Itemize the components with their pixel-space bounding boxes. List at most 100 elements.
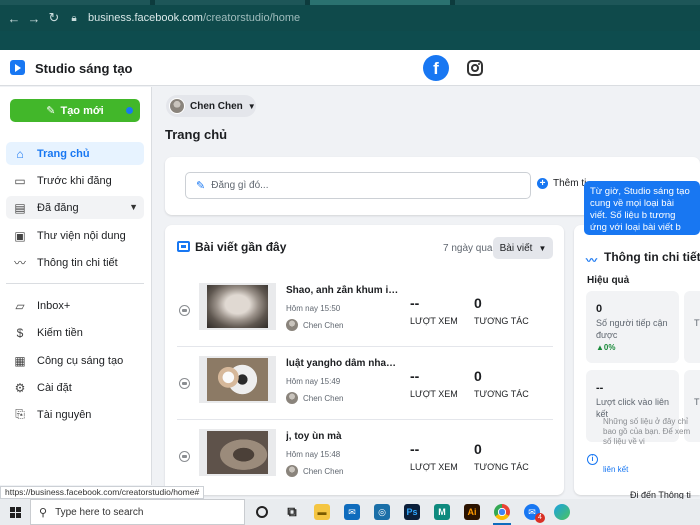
- app-m-icon[interactable]: M: [429, 499, 455, 525]
- stat-change: ▲0%: [596, 343, 616, 352]
- search-icon: ⚲: [39, 506, 48, 519]
- create-label: Tạo mới: [60, 104, 104, 117]
- home-icon: ⌂: [16, 146, 24, 161]
- tools-icon: ▦: [14, 353, 26, 368]
- url-path: /creatorstudio/home: [202, 12, 301, 24]
- post-author-name: Chen Chen: [303, 466, 344, 476]
- start-button[interactable]: [0, 499, 30, 525]
- document-icon: ▭: [14, 173, 26, 188]
- interactions-value: 0: [474, 441, 482, 457]
- illustrator-icon[interactable]: Ai: [459, 499, 485, 525]
- chrome-icon[interactable]: [489, 499, 515, 525]
- interactions-value: 0: [474, 368, 482, 384]
- post-type-filter[interactable]: Bài viết ▼: [493, 237, 553, 259]
- insights-note: Những số liệu ở đây chỉ bao gồ của bạn. …: [603, 417, 691, 446]
- chevron-down-icon: ▼: [247, 101, 256, 111]
- interactions-metric: 0 TƯƠNG TÁC: [474, 368, 534, 399]
- sidebar-divider: [6, 283, 144, 284]
- post-thumbnail[interactable]: [199, 429, 276, 476]
- sidebar-item-label: Đã đăng: [37, 201, 79, 214]
- notification-dot: [126, 107, 133, 114]
- interactions-value: 0: [474, 295, 482, 311]
- sidebar: ✎ Tạo mới ⌂ Trang chủ ▭ Trước khi đăng ▤…: [0, 87, 152, 485]
- sidebar-item-monetization[interactable]: $ Kiếm tiền: [6, 321, 144, 344]
- post-time: Hôm nay 15:48: [286, 450, 341, 459]
- add-story-label: Thêm ti: [553, 178, 587, 189]
- messenger-icon[interactable]: ✉ 4: [519, 499, 545, 525]
- views-metric: -- LƯỢT XEM: [410, 368, 470, 399]
- sidebar-item-label: Tài nguyên: [37, 408, 92, 421]
- stat-second[interactable]: Tì: [684, 291, 700, 363]
- lock-icon[interactable]: 🔒︎: [64, 13, 84, 24]
- post-author: Chen Chen: [286, 392, 343, 404]
- post-author-name: Chen Chen: [303, 393, 344, 403]
- mail-badge: 4: [535, 513, 545, 523]
- url-field[interactable]: business.facebook.com/creatorstudio/home: [88, 12, 300, 24]
- views-metric: -- LƯỢT XEM: [410, 295, 470, 326]
- add-story-button[interactable]: + Thêm ti: [537, 178, 586, 189]
- gear-icon: ⚙: [14, 380, 26, 395]
- table-row[interactable]: j, toy ùn mà Hôm nay 15:48 Chen Chen -- …: [165, 421, 564, 493]
- views-label: LƯỢT XEM: [410, 462, 458, 472]
- sidebar-item-inbox[interactable]: ▱ Inbox+: [6, 294, 144, 317]
- stat-reach[interactable]: 0 Số người tiếp cận được ▲0%: [586, 291, 679, 363]
- sidebar-item-resources[interactable]: ⎘ Tài nguyên: [6, 403, 144, 426]
- views-value: --: [410, 441, 420, 457]
- taskbar-search[interactable]: ⚲ Type here to search: [30, 499, 245, 525]
- post-title[interactable]: j, toy ùn mà: [286, 431, 400, 442]
- photoshop-icon[interactable]: Ps: [399, 499, 425, 525]
- sidebar-item-label: Công cụ sáng tạo: [37, 354, 124, 367]
- chevron-down-icon: ▼: [538, 243, 547, 253]
- insights-note-link[interactable]: liên kết: [603, 465, 628, 474]
- views-label: LƯỢT XEM: [410, 316, 458, 326]
- post-thumbnail[interactable]: [199, 283, 276, 330]
- table-row[interactable]: luật yangho dâm nhau bản... Hôm nay 15:4…: [165, 348, 564, 420]
- chevron-down-icon: ▼: [129, 202, 138, 212]
- sidebar-item-home[interactable]: ⌂ Trang chủ: [6, 142, 144, 165]
- sidebar-item-label: Trước khi đăng: [37, 174, 112, 187]
- edge-icon[interactable]: [549, 499, 575, 525]
- views-value: --: [410, 368, 420, 384]
- post-time: Hôm nay 15:49: [286, 377, 341, 386]
- task-view-icon[interactable]: ⧉: [279, 499, 305, 525]
- file-explorer-icon[interactable]: ▬: [309, 499, 335, 525]
- published-icon: ▤: [14, 200, 26, 215]
- sidebar-item-published[interactable]: ▤ Đã đăng ▼: [6, 196, 144, 219]
- insights-icon: 〰: [13, 256, 26, 270]
- posts-icon: [177, 241, 190, 252]
- row-divider: [177, 346, 553, 347]
- cortana-icon[interactable]: [249, 499, 275, 525]
- composer-input[interactable]: ✎ Đăng gì đó...: [185, 172, 531, 199]
- sidebar-item-insights[interactable]: 〰 Thông tin chi tiết: [6, 251, 144, 274]
- views-label: LƯỢT XEM: [410, 389, 458, 399]
- app-title: Studio sáng tạo: [35, 61, 133, 76]
- stat-label: T: [694, 397, 700, 407]
- post-time: Hôm nay 15:50: [286, 304, 341, 313]
- views-metric: -- LƯỢT XEM: [410, 441, 470, 472]
- sidebar-item-library[interactable]: ▣ Thư viện nội dung: [6, 224, 144, 247]
- sidebar-item-settings[interactable]: ⚙ Cài đặt: [6, 376, 144, 399]
- forward-icon[interactable]: →: [24, 11, 44, 26]
- interactions-label: TƯƠNG TÁC: [474, 316, 529, 326]
- back-icon[interactable]: ←: [4, 11, 24, 26]
- page-selector-label: Chen Chen: [190, 100, 243, 112]
- network-icon[interactable]: ◎: [369, 499, 395, 525]
- sidebar-item-drafts[interactable]: ▭ Trước khi đăng: [6, 169, 144, 192]
- insights-subtitle: Hiệu quả: [587, 275, 630, 286]
- page-title: Trang chủ: [165, 127, 228, 142]
- sidebar-item-creative-tools[interactable]: ▦ Công cụ sáng tạo: [6, 349, 144, 372]
- post-author: Chen Chen: [286, 465, 343, 477]
- post-title[interactable]: Shao, anh zẫn khum iu toy ...: [286, 285, 400, 296]
- facebook-icon[interactable]: f: [423, 55, 449, 81]
- insights-icon: 〰: [586, 255, 597, 267]
- page-selector[interactable]: Chen Chen ▼: [166, 95, 256, 117]
- post-thumbnail[interactable]: [199, 356, 276, 403]
- public-globe-icon: [179, 451, 190, 462]
- post-title[interactable]: luật yangho dâm nhau bản...: [286, 358, 400, 369]
- instagram-icon[interactable]: [467, 60, 483, 76]
- recent-posts-title: Bài viết gần đây: [195, 240, 287, 254]
- reload-icon[interactable]: ↻: [44, 10, 64, 26]
- create-new-button[interactable]: ✎ Tạo mới: [10, 99, 140, 122]
- mail-icon[interactable]: ✉: [339, 499, 365, 525]
- table-row[interactable]: Shao, anh zẫn khum iu toy ... Hôm nay 15…: [165, 275, 564, 347]
